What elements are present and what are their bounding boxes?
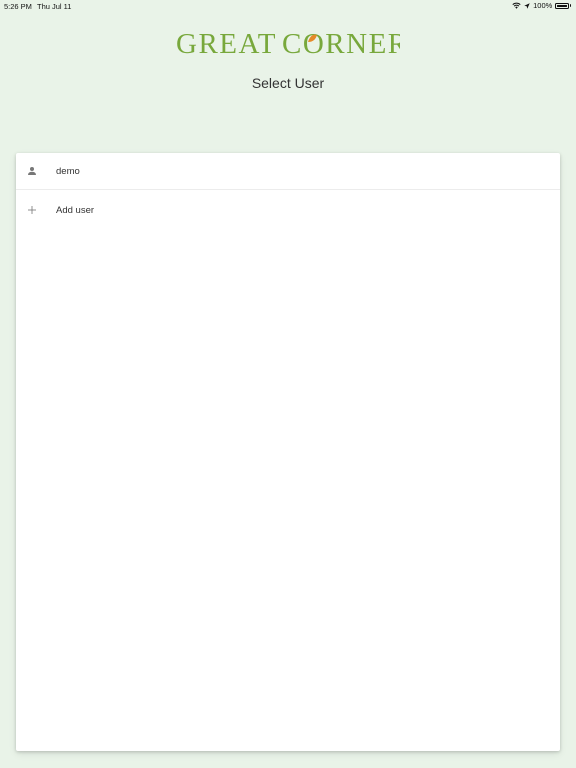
user-list-panel: demo Add user [16, 153, 560, 751]
svg-text:CORNER: CORNER [282, 28, 400, 58]
great-corner-logo: GREAT CORNER [176, 28, 407, 60]
user-name: demo [56, 165, 80, 177]
status-bar: 5:26 PM Thu Jul 11 100% [0, 0, 576, 12]
add-user-button[interactable]: Add user [16, 190, 560, 230]
wifi-icon [512, 2, 521, 9]
battery-icon [555, 2, 571, 9]
plus-icon [26, 204, 38, 216]
battery-percentage: 100% [533, 1, 553, 10]
user-row-demo[interactable]: demo [16, 153, 560, 190]
add-user-label: Add user [56, 204, 95, 216]
status-time: 5:26 PM [4, 2, 32, 11]
person-icon [26, 165, 38, 177]
svg-text:GREAT: GREAT [176, 28, 277, 58]
status-indicators: 100% [512, 1, 571, 10]
location-arrow-icon [524, 2, 530, 9]
status-date: Thu Jul 11 [37, 2, 72, 11]
page-title: Select User [251, 75, 325, 91]
